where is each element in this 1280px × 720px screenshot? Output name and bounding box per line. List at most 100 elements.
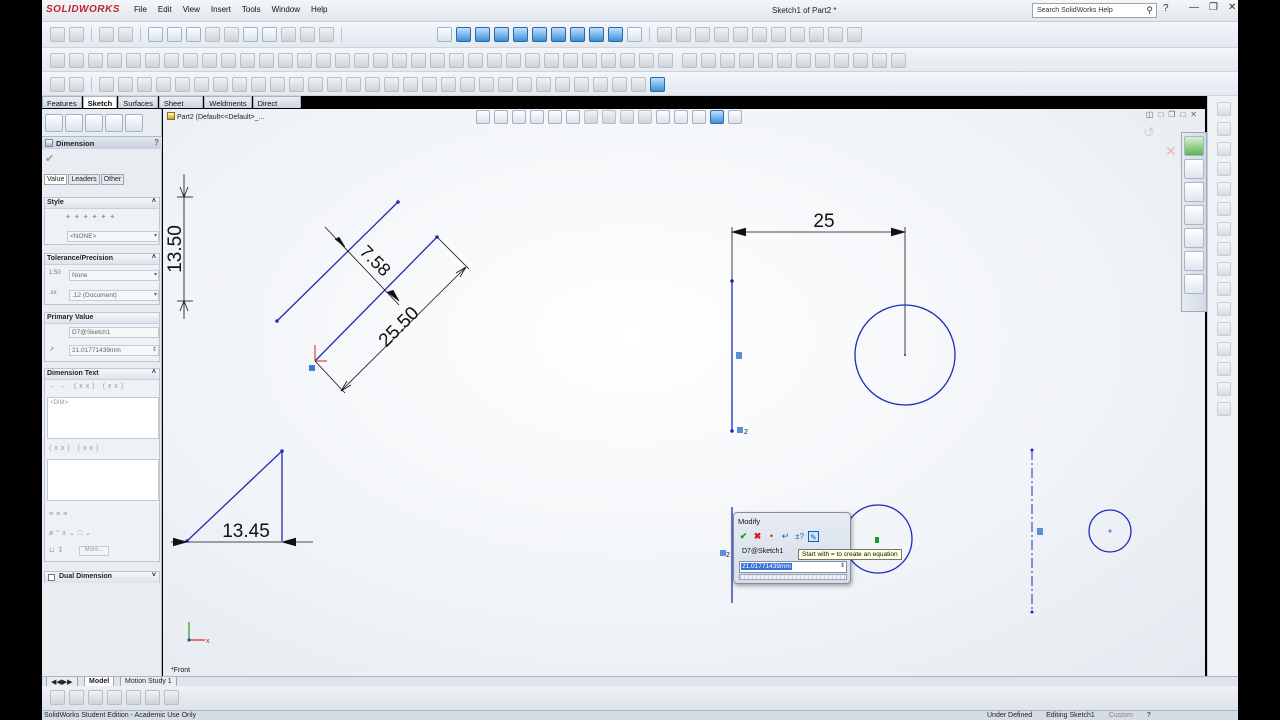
front-view-icon[interactable] xyxy=(456,27,471,42)
rotate-entities-icon[interactable] xyxy=(582,53,597,68)
reset-spin-button[interactable]: ↵ xyxy=(780,531,791,542)
sketch-endpoint[interactable] xyxy=(275,319,279,323)
property-manager-icon[interactable] xyxy=(65,114,83,132)
dimension-value-field[interactable]: 21.01771439mm ⇕ xyxy=(69,345,159,356)
confirmation-corner[interactable]: ↺ ✕ xyxy=(1143,124,1177,159)
ok-check-icon[interactable]: ✔ xyxy=(45,152,54,165)
mirror-icon[interactable] xyxy=(240,53,255,68)
hidden-lines-icon[interactable] xyxy=(733,27,748,42)
check-icon[interactable] xyxy=(1217,222,1231,236)
conic-icon[interactable] xyxy=(346,77,361,92)
plus-minus-icon[interactable]: ± xyxy=(62,530,69,537)
loop-icon[interactable] xyxy=(1217,402,1231,416)
pattern-icon[interactable] xyxy=(259,53,274,68)
cancel-button[interactable]: ✖ xyxy=(752,531,763,542)
help-question-icon[interactable]: ? xyxy=(154,138,159,147)
face-curves-icon[interactable] xyxy=(536,77,551,92)
exit-sketch-corner-icon[interactable]: ↺ xyxy=(1143,124,1155,140)
extrude-icon[interactable] xyxy=(50,53,65,68)
curvature-icon[interactable] xyxy=(809,27,824,42)
rotate-icon[interactable] xyxy=(186,27,201,42)
scale-entities-icon[interactable] xyxy=(601,53,616,68)
reference-plane-icon[interactable] xyxy=(335,53,350,68)
segment-icon[interactable] xyxy=(555,77,570,92)
quick-snaps-icon[interactable] xyxy=(777,53,792,68)
display-manager-icon[interactable] xyxy=(125,114,143,132)
modify-dialog[interactable]: Modify ✔ ✖ • ↵ ±? ✎ D7@Sketch1 21.017714… xyxy=(733,512,851,584)
dimension-text-group-title[interactable]: Dimension Text ˄ xyxy=(45,369,159,380)
cursor-icon[interactable] xyxy=(50,690,65,705)
mass-properties-icon[interactable] xyxy=(1217,202,1231,216)
baseline-icon[interactable] xyxy=(145,690,160,705)
expand-chevron-icon[interactable]: ˅ xyxy=(152,572,156,579)
mark-dimension-button[interactable]: ✎ xyxy=(808,531,819,542)
shell-icon[interactable] xyxy=(164,53,179,68)
tab-weldments[interactable]: Weldments xyxy=(204,96,252,108)
graphics-area[interactable]: Part2 (Default<<Default>_... ◫ □ ❐ □ ✕ ↺… xyxy=(163,109,1205,676)
axis-icon[interactable] xyxy=(354,53,369,68)
restore-icon[interactable]: ❐ xyxy=(1209,2,1218,13)
text-option-a-icon[interactable]: (xx) xyxy=(49,445,73,452)
spinner-icon[interactable]: ⇕ xyxy=(840,562,845,569)
rebuild-icon[interactable] xyxy=(118,27,133,42)
ok-button[interactable]: ✔ xyxy=(738,531,749,542)
plane-icon[interactable] xyxy=(441,77,456,92)
cancel-corner-icon[interactable]: ✕ xyxy=(1165,143,1177,159)
thumbwheel-slider[interactable] xyxy=(739,574,847,580)
linear-pattern-icon[interactable] xyxy=(639,53,654,68)
sketch-options-icon[interactable] xyxy=(891,53,906,68)
search-pane-icon[interactable] xyxy=(1184,274,1204,294)
sketch-endpoint[interactable] xyxy=(1030,448,1034,452)
primary-value-group-title[interactable]: Primary Value xyxy=(45,313,159,324)
hide-show-icon[interactable] xyxy=(281,27,296,42)
design-library-icon[interactable] xyxy=(1184,159,1204,179)
four-view-icon[interactable] xyxy=(695,27,710,42)
link-views-icon[interactable] xyxy=(714,27,729,42)
style-group-title[interactable]: Style ˄ xyxy=(45,198,159,209)
repair-sketch-icon[interactable] xyxy=(758,53,773,68)
calculate-icon[interactable] xyxy=(1217,322,1231,336)
scene-icon[interactable] xyxy=(319,27,334,42)
sweep-icon[interactable] xyxy=(88,53,103,68)
appearances-icon[interactable] xyxy=(1184,228,1204,248)
dim-13-45-text[interactable]: 13.45 xyxy=(222,521,270,542)
format-painter-icon[interactable] xyxy=(1217,122,1231,136)
depth-icon[interactable]: ↧ xyxy=(57,547,66,554)
intersection-curve-icon[interactable] xyxy=(517,77,532,92)
solidworks-resources-icon[interactable] xyxy=(1184,136,1204,156)
circle-center-point[interactable] xyxy=(904,354,906,356)
tab-surfaces[interactable]: Surfaces xyxy=(118,96,158,108)
style-load-icon[interactable]: ✦ xyxy=(109,214,118,221)
bottom-view-icon[interactable] xyxy=(551,27,566,42)
modify-value-text[interactable]: 21.01771439mm xyxy=(741,563,792,570)
style-add-icon[interactable]: ✦ xyxy=(74,214,83,221)
menu-tools[interactable]: Tools xyxy=(242,5,261,14)
custom-properties-icon[interactable] xyxy=(1184,251,1204,271)
list-icon[interactable] xyxy=(1217,302,1231,316)
sketch-fillet-icon[interactable] xyxy=(449,53,464,68)
coincident-relation-icon[interactable] xyxy=(309,365,315,371)
menu-edit[interactable]: Edit xyxy=(158,5,172,14)
style-default-icon[interactable]: ✦ xyxy=(65,214,74,221)
draft-icon[interactable] xyxy=(202,53,217,68)
open-doc-icon[interactable] xyxy=(69,27,84,42)
ellipse-icon[interactable] xyxy=(289,77,304,92)
offset-entities-icon[interactable] xyxy=(430,53,445,68)
back-view-icon[interactable] xyxy=(475,27,490,42)
subtab-other[interactable]: Other xyxy=(100,174,125,185)
sketch-picture-icon[interactable] xyxy=(853,53,868,68)
polygon-icon[interactable] xyxy=(175,77,190,92)
mirror-entities-icon[interactable] xyxy=(460,77,475,92)
select-icon[interactable] xyxy=(99,27,114,42)
collapse-chevron-icon[interactable]: ˄ xyxy=(152,369,156,376)
extend-icon[interactable] xyxy=(487,53,502,68)
left-view-icon[interactable] xyxy=(494,27,509,42)
view-orientation-icon[interactable] xyxy=(243,27,258,42)
hole-icon[interactable] xyxy=(221,53,236,68)
top-view-icon[interactable] xyxy=(532,27,547,42)
grid-icon[interactable] xyxy=(1217,162,1231,176)
zoom-area-icon[interactable] xyxy=(167,27,182,42)
coordinate-system-icon[interactable] xyxy=(373,53,388,68)
tab-sheet-metal[interactable]: Sheet Metal xyxy=(158,96,204,117)
dynamic-mirror-icon[interactable] xyxy=(479,77,494,92)
